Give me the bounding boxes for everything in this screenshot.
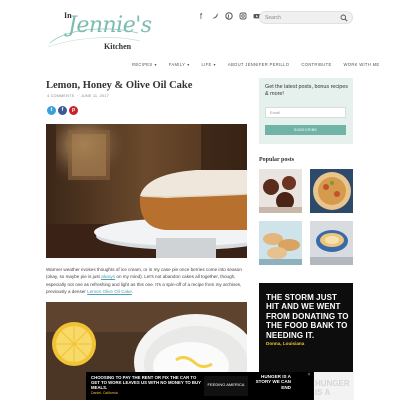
share-buttons: t f p bbox=[47, 106, 78, 115]
sidebar-ad-headline: THE STORM JUST HIT AND WE WENT FROM DONA… bbox=[266, 293, 349, 340]
meta-separator: · bbox=[75, 94, 80, 98]
post-date: JUNE 11, 2017 bbox=[80, 94, 109, 98]
chevron-down-icon: ▾ bbox=[213, 61, 216, 67]
search-input[interactable]: Search bbox=[259, 11, 353, 24]
bottom-ad-right-text: HUNGER IS A STORY WE CAN END bbox=[255, 374, 291, 390]
subscribe-button[interactable]: SUBSCRIBE bbox=[265, 125, 346, 135]
main-nav: RECIPES ▾ FAMILY ▾ LIFE ▾ ABOUT JENNIFER PE… bbox=[0, 58, 400, 70]
facebook-icon[interactable]: f bbox=[197, 12, 205, 22]
nav-item-life[interactable]: LIFE ▾ bbox=[202, 62, 216, 67]
pinterest-icon[interactable] bbox=[225, 12, 233, 22]
logo-kitchen-text: Kitchen bbox=[104, 42, 132, 51]
post-intro-text: Warmer weather evokes thoughts of ice cr… bbox=[46, 267, 242, 294]
comments-link[interactable]: 4 COMMENTS bbox=[47, 94, 74, 98]
site-header: In Jennie's Kitchen f Search bbox=[0, 0, 400, 57]
cake-photo-graphic bbox=[46, 124, 247, 258]
sidebar-ad-attribution: Donna, Louisiana bbox=[266, 341, 305, 346]
org-logo-text: FEEDING AMERICA bbox=[207, 382, 245, 387]
popular-post-thumbnail[interactable] bbox=[310, 221, 353, 265]
cake-hero-image bbox=[46, 124, 247, 258]
nav-item-contribute[interactable]: CONTRIBUTE bbox=[301, 62, 331, 67]
twitter-icon[interactable] bbox=[211, 12, 219, 22]
popular-post-thumbnail[interactable] bbox=[310, 169, 353, 213]
ghost-ad-text: HUNGER IS A bbox=[315, 379, 350, 397]
bottom-ad-left-text: CHOOSING TO PAY THE RENT OR FIX THE CAR … bbox=[91, 375, 201, 395]
search-icon[interactable] bbox=[340, 14, 348, 22]
post-meta: 4 COMMENTS · JUNE 11, 2017 bbox=[47, 94, 109, 98]
ad-close-icon[interactable]: × bbox=[306, 372, 312, 378]
popular-posts-heading: Popular posts bbox=[259, 157, 295, 163]
instagram-icon[interactable] bbox=[239, 12, 247, 22]
logo-name-text: Jennie's bbox=[68, 13, 152, 38]
nav-item-work-with-me[interactable]: WORK WITH ME bbox=[344, 62, 380, 67]
feeding-america-logo: FEEDING AMERICA bbox=[204, 376, 248, 396]
ghost-ad-panel: HUNGER IS A bbox=[314, 372, 354, 400]
bottom-banner-ad[interactable]: CHOOSING TO PAY THE RENT OR FIX THE CAR … bbox=[86, 372, 313, 400]
popular-post-thumbnail[interactable] bbox=[259, 221, 302, 265]
site-logo[interactable]: In Jennie's Kitchen bbox=[46, 9, 152, 53]
chevron-down-icon: ▾ bbox=[187, 61, 190, 67]
nav-item-family[interactable]: FAMILY ▾ bbox=[169, 62, 190, 67]
facebook-share-icon[interactable]: f bbox=[58, 106, 67, 115]
email-placeholder: Email bbox=[270, 110, 281, 115]
nav-item-recipes[interactable]: RECIPES ▾ bbox=[132, 62, 157, 67]
subscribe-heading: Get the latest posts, bonus recipes & mo… bbox=[265, 84, 349, 97]
chevron-down-icon: ▾ bbox=[154, 61, 157, 67]
always-link[interactable]: always bbox=[101, 274, 115, 279]
search-placeholder: Search bbox=[265, 15, 281, 21]
twitter-share-icon[interactable]: t bbox=[47, 106, 56, 115]
lemon-olive-oil-cake-link[interactable]: Lemon Olive Oil Cake bbox=[87, 289, 132, 294]
bottom-ad-source: Daniel, California bbox=[91, 391, 118, 395]
pinterest-share-icon[interactable]: p bbox=[69, 106, 78, 115]
nav-item-about[interactable]: ABOUT JENNIFER PERILLO bbox=[228, 62, 289, 67]
popular-post-thumbnail[interactable] bbox=[259, 169, 302, 213]
subscribe-box: Get the latest posts, bonus recipes & mo… bbox=[259, 78, 353, 144]
post-title: Lemon, Honey & Olive Oil Cake bbox=[46, 80, 193, 91]
email-field[interactable]: Email bbox=[265, 107, 346, 118]
